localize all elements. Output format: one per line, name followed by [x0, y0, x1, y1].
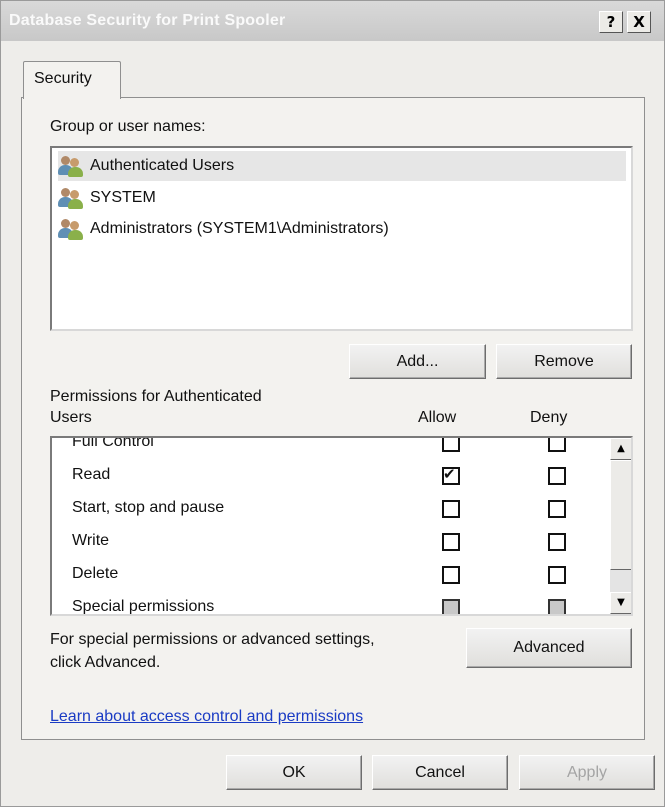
allow-checkbox[interactable]: ✔	[442, 465, 460, 485]
permission-row-full-control: Full Control	[52, 436, 612, 459]
allow-checkbox[interactable]	[442, 599, 460, 614]
user-name: Authenticated Users	[90, 157, 235, 174]
deny-checkbox[interactable]	[548, 566, 566, 584]
close-button[interactable]: X	[627, 11, 651, 33]
check-icon: ✔	[443, 465, 456, 483]
group-or-user-names-label: Group or user names:	[50, 118, 206, 135]
deny-checkbox[interactable]	[548, 438, 566, 452]
permission-row-read: Read ✔	[52, 459, 612, 492]
permissions-label: Permissions for Authenticated	[50, 388, 262, 405]
deny-checkbox[interactable]	[548, 467, 566, 485]
permission-name: Delete	[72, 565, 119, 582]
users-icon	[58, 187, 84, 209]
deny-column-header: Deny	[530, 409, 568, 426]
remove-button[interactable]: Remove	[496, 344, 632, 379]
deny-checkbox[interactable]	[548, 500, 566, 518]
add-button[interactable]: Add...	[349, 344, 486, 379]
special-permissions-text: For special permissions or advanced sett…	[50, 631, 375, 648]
allow-checkbox[interactable]	[442, 438, 460, 452]
permission-row-special: Special permissions	[52, 591, 612, 615]
apply-button[interactable]: Apply	[519, 755, 655, 790]
permissions-scrollbar[interactable]: ▲ ▼	[610, 438, 631, 614]
deny-checkbox[interactable]	[548, 599, 566, 614]
list-item-system[interactable]: SYSTEM	[58, 183, 626, 213]
permission-name: Read	[72, 466, 111, 483]
tab-security[interactable]: Security	[23, 61, 121, 99]
title-bar[interactable]: Database Security for Print Spooler ? X	[1, 1, 664, 41]
permissions-label-user: Users	[50, 409, 92, 426]
permissions-list[interactable]: Full Control Read ✔ Start, stop and paus…	[50, 436, 633, 616]
permission-name: Start, stop and pause	[72, 499, 225, 516]
scrollbar-thumb[interactable]	[610, 460, 631, 570]
allow-checkbox[interactable]	[442, 533, 460, 551]
special-permissions-text-2: click Advanced.	[50, 654, 161, 671]
permission-name: Write	[72, 532, 110, 549]
permission-row-write: Write	[52, 525, 612, 558]
permission-row-delete: Delete	[52, 558, 612, 591]
scroll-down-arrow-icon[interactable]: ▼	[610, 592, 631, 614]
allow-checkbox[interactable]	[442, 500, 460, 518]
cancel-button[interactable]: Cancel	[372, 755, 508, 790]
deny-checkbox[interactable]	[548, 533, 566, 551]
allow-column-header: Allow	[418, 409, 457, 426]
permission-row-start-stop-pause: Start, stop and pause	[52, 492, 612, 525]
permission-name: Special permissions	[72, 598, 215, 615]
security-dialog: Database Security for Print Spooler ? X …	[0, 0, 665, 807]
help-button[interactable]: ?	[599, 11, 623, 33]
ok-button[interactable]: OK	[226, 755, 362, 790]
dialog-title: Database Security for Print Spooler	[9, 12, 286, 29]
users-icon	[58, 155, 84, 177]
users-icon	[58, 218, 84, 240]
user-list[interactable]: Authenticated Users SYSTEM Administrator…	[50, 146, 633, 331]
permission-name: Full Control	[72, 436, 154, 450]
allow-checkbox[interactable]	[442, 566, 460, 584]
list-item-administrators[interactable]: Administrators (SYSTEM1\Administrators)	[58, 214, 626, 244]
learn-about-access-control-link[interactable]: Learn about access control and permissio…	[50, 708, 363, 726]
user-name: Administrators (SYSTEM1\Administrators)	[90, 220, 389, 237]
user-name: SYSTEM	[90, 189, 156, 206]
scroll-up-arrow-icon[interactable]: ▲	[610, 438, 631, 460]
list-item-authenticated-users[interactable]: Authenticated Users	[58, 151, 626, 181]
security-tab-panel: Group or user names: Authenticated Users…	[21, 97, 645, 740]
advanced-button[interactable]: Advanced	[466, 628, 632, 668]
